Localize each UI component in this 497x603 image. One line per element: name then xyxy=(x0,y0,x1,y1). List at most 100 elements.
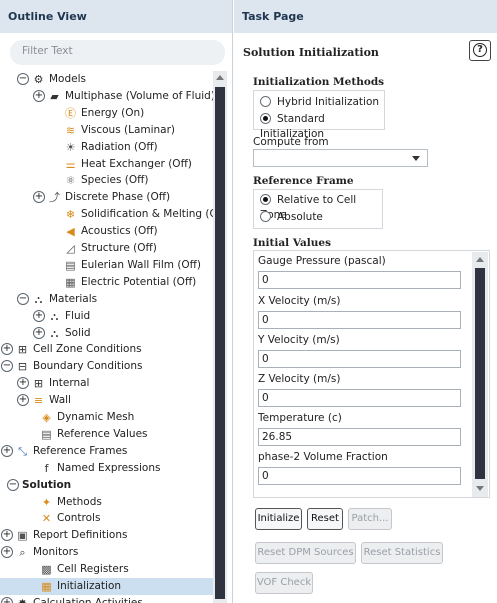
tree-item[interactable]: ☀ Radiation (Off) xyxy=(0,139,213,156)
tree-item-label: Controls xyxy=(57,512,101,525)
filter-text-input[interactable]: Filter Text xyxy=(10,40,225,65)
patch-button[interactable]: Patch... xyxy=(348,508,392,530)
solid-icon: ⛬ xyxy=(50,326,59,340)
initial-values-panel: Gauge Pressure (pascal) 0 X Velocity (m/… xyxy=(253,250,490,498)
tree-item-label: Initialization xyxy=(57,580,122,592)
reset-statistics-button[interactable]: Reset Statistics xyxy=(361,542,443,564)
tree-item[interactable]: − Solution xyxy=(0,477,213,494)
tree-item[interactable]: + ▰ Multiphase (Volume of Fluid) xyxy=(0,88,213,105)
tree-item[interactable]: ▦ Initialization xyxy=(0,578,213,595)
tree-item[interactable]: f Named Expressions xyxy=(0,460,213,477)
standard-initialization-radio[interactable]: Standard Initialization xyxy=(260,112,384,140)
expand-icon[interactable]: + xyxy=(1,529,13,542)
x-velocity-input[interactable]: 0 xyxy=(258,311,461,329)
scroll-down-arrow-icon[interactable] xyxy=(476,486,484,491)
phase-2-volume-fraction-label: phase-2 Volume Fraction xyxy=(258,451,388,463)
collapse-icon[interactable]: − xyxy=(17,73,29,85)
tree-item-label: Eulerian Wall Film (Off) xyxy=(81,258,202,271)
initial-values-scrollbar[interactable] xyxy=(472,252,488,497)
y-velocity-input[interactable]: 0 xyxy=(258,350,461,368)
tree-item[interactable]: ❄ Solidification & Melting (Off) xyxy=(0,206,213,223)
outline-scrollbar[interactable] xyxy=(213,71,227,603)
relative-to-cell-zone-radio[interactable]: Relative to Cell Zone xyxy=(260,193,382,221)
tree-item[interactable]: ✕ Controls xyxy=(0,510,213,527)
tree-item-label: Boundary Conditions xyxy=(33,360,143,373)
collapse-icon[interactable]: − xyxy=(17,292,29,305)
scroll-up-arrow-icon[interactable] xyxy=(216,75,224,80)
tree-item[interactable]: Ⓔ Energy (On) xyxy=(0,105,213,122)
z-velocity-input[interactable]: 0 xyxy=(258,389,461,407)
tree-item[interactable]: ◿ Structure (Off) xyxy=(0,240,213,257)
tree-item[interactable]: ▤ Eulerian Wall Film (Off) xyxy=(0,257,213,274)
outline-view-panel: Outline View Filter Text − ⚙ Models + ▰ Multi… xyxy=(0,0,233,603)
help-button[interactable]: ? xyxy=(469,40,491,61)
collapse-icon[interactable]: − xyxy=(1,360,13,373)
viscous-icon: ≋ xyxy=(65,123,76,137)
tree-item[interactable]: + ⛬ Solid xyxy=(0,325,213,342)
tree-item[interactable]: ▩ Cell Registers xyxy=(0,561,213,578)
tree-item[interactable]: + ⤡ Reference Frames xyxy=(0,443,213,460)
task-page-panel: Task Page Solution Initialization ? Init… xyxy=(234,0,497,603)
vof-check-button[interactable]: VOF Check xyxy=(255,572,313,594)
tree-item-label: Viscous (Laminar) xyxy=(81,123,176,136)
tree-item[interactable]: + ⊞ Cell Zone Conditions xyxy=(0,341,213,358)
scroll-up-arrow-icon[interactable] xyxy=(476,257,484,262)
reset-dpm-sources-button[interactable]: Reset DPM Sources xyxy=(255,542,356,564)
tree-item[interactable]: + ⊞ Internal xyxy=(0,375,213,392)
tree-item[interactable]: + ▣ Report Definitions xyxy=(0,527,213,544)
outline-scroll-thumb[interactable] xyxy=(215,87,225,599)
tree-item-label: Calculation Activities xyxy=(33,596,143,603)
tree-item[interactable]: ✦ Methods xyxy=(0,494,213,511)
reset-button[interactable]: Reset xyxy=(307,508,343,530)
radio-dot-icon xyxy=(260,211,271,222)
tree-item-label: Solution xyxy=(22,478,72,491)
expand-icon[interactable]: + xyxy=(1,343,13,356)
gauge-pressure-input[interactable]: 0 xyxy=(258,271,461,289)
reference-frame-group: Relative to Cell Zone Absolute xyxy=(253,189,383,229)
expand-icon[interactable]: + xyxy=(1,596,13,603)
materials-icon: ⛬ xyxy=(34,292,43,306)
expand-icon[interactable]: + xyxy=(17,394,29,407)
tree-item-label: Cell Zone Conditions xyxy=(33,343,142,356)
absolute-radio[interactable]: Absolute xyxy=(260,210,323,225)
expand-icon[interactable]: + xyxy=(1,546,13,559)
tree-item[interactable]: − ⚙ Models xyxy=(0,71,213,88)
hybrid-initialization-radio[interactable]: Hybrid Initialization xyxy=(260,95,379,110)
heat-exchanger-icon: ⚌ xyxy=(65,157,76,171)
tree-item[interactable]: − ⊟ Boundary Conditions xyxy=(0,358,213,375)
tree-item[interactable]: ⚛ Species (Off) xyxy=(0,172,213,189)
tree-item[interactable]: ◀ Acoustics (Off) xyxy=(0,223,213,240)
tree-item[interactable]: ≋ Viscous (Laminar) xyxy=(0,122,213,139)
initialize-button[interactable]: Initialize xyxy=(255,508,302,530)
expand-icon[interactable]: + xyxy=(33,89,45,102)
expand-icon[interactable]: + xyxy=(33,191,45,204)
radiation-icon: ☀ xyxy=(65,140,76,154)
expand-icon[interactable]: + xyxy=(33,309,45,322)
tree-item[interactable]: + ⤴ Discrete Phase (Off) xyxy=(0,189,213,206)
compute-from-dropdown[interactable] xyxy=(253,149,428,167)
initial-values-scroll-thumb[interactable] xyxy=(475,268,485,479)
tree-item[interactable]: + ⛬ Fluid xyxy=(0,308,213,325)
tree-item-label: Named Expressions xyxy=(57,461,161,474)
temperature-input[interactable]: 26.85 xyxy=(258,428,461,446)
tree-item[interactable]: +✸ Calculation Activities xyxy=(0,595,213,603)
tree-item[interactable]: ⚌ Heat Exchanger (Off) xyxy=(0,156,213,173)
collapse-icon[interactable]: − xyxy=(7,478,19,491)
expand-icon[interactable]: + xyxy=(1,444,13,457)
acoustics-icon: ◀ xyxy=(66,225,75,239)
expand-icon[interactable]: + xyxy=(33,326,45,339)
tree-item-label: Methods xyxy=(57,495,102,508)
tree-item[interactable]: + ⌕ Monitors xyxy=(0,544,213,561)
named-expressions-icon: f xyxy=(44,461,49,475)
reference-values-icon: ▤ xyxy=(41,427,52,441)
phase-2-volume-fraction-input[interactable]: 0 xyxy=(258,467,461,485)
tree-item[interactable]: ▤ Reference Values xyxy=(0,426,213,443)
x-velocity-label: X Velocity (m/s) xyxy=(258,295,341,307)
expand-icon[interactable]: + xyxy=(17,377,29,390)
fluid-icon: ⛬ xyxy=(50,309,59,323)
tree-item[interactable]: + ≡ Wall xyxy=(0,392,213,409)
tree-item[interactable]: ◈ Dynamic Mesh xyxy=(0,409,213,426)
tree-item-label: Reference Frames xyxy=(33,444,128,457)
tree-item[interactable]: − ⛬ Materials xyxy=(0,291,213,308)
tree-item[interactable]: ▦ Electric Potential (Off) xyxy=(0,274,213,291)
